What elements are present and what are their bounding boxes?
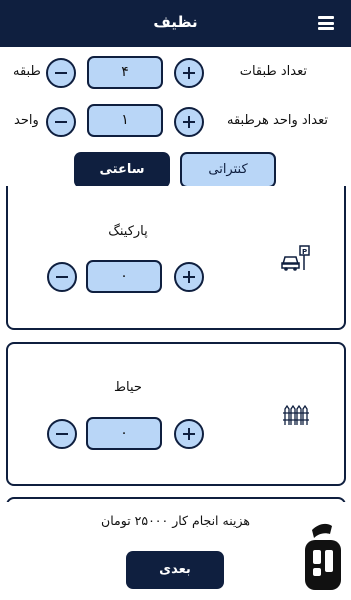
- menu-icon[interactable]: [318, 16, 334, 30]
- tab-contract[interactable]: کنتراتی: [180, 152, 276, 188]
- next-button[interactable]: بعدی: [126, 551, 224, 589]
- floors-plus-button[interactable]: [174, 58, 204, 88]
- units-value[interactable]: ۱: [87, 104, 163, 137]
- parking-plus-button[interactable]: [174, 262, 204, 292]
- floors-unit: طبقه: [13, 64, 41, 79]
- units-unit: واحد: [14, 113, 39, 128]
- floors-label: تعداد طبقات: [239, 64, 307, 79]
- units-minus-button[interactable]: [46, 107, 76, 137]
- yard-value[interactable]: ۰: [86, 417, 162, 450]
- tab-hourly[interactable]: ساعتی: [74, 152, 170, 188]
- parking-minus-button[interactable]: [47, 262, 77, 292]
- parking-card: پارکینگ ۰ P: [6, 186, 346, 330]
- yard-title: حیاط: [114, 380, 142, 395]
- store-logo-icon: [305, 523, 341, 590]
- floors-value[interactable]: ۴: [87, 56, 163, 89]
- fence-icon: [283, 404, 309, 425]
- floors-minus-button[interactable]: [46, 58, 76, 88]
- yard-plus-button[interactable]: [174, 419, 204, 449]
- parking-title: پارکینگ: [108, 224, 148, 239]
- parking-icon: P: [281, 245, 310, 271]
- page-title: نظیف: [153, 13, 198, 31]
- yard-minus-button[interactable]: [47, 419, 77, 449]
- app-header: نظیف: [0, 0, 351, 47]
- svg-text:P: P: [302, 248, 307, 256]
- units-plus-button[interactable]: [174, 107, 204, 137]
- parking-value[interactable]: ۰: [86, 260, 162, 293]
- units-label: تعداد واحد هرطبقه: [227, 113, 328, 128]
- yard-card: حیاط ۰: [6, 342, 346, 486]
